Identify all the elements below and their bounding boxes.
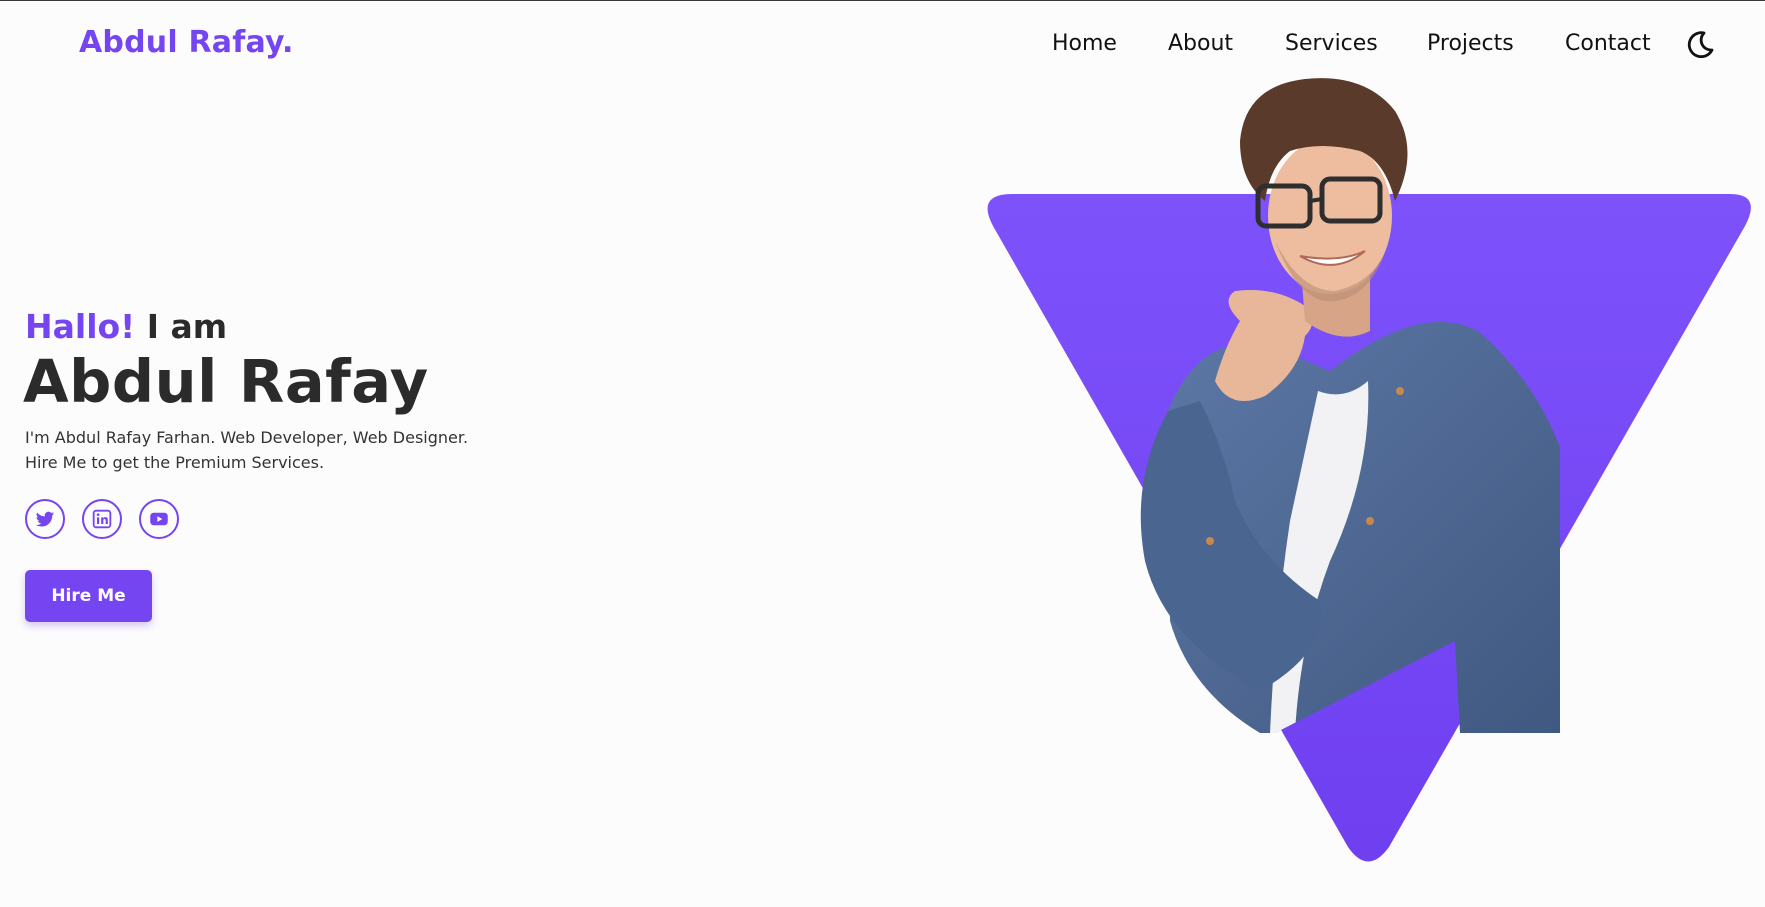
youtube-link[interactable] [139,499,179,539]
greeting-accent: Hallo! [25,307,136,346]
linkedin-link[interactable] [82,499,122,539]
moon-icon [1687,31,1714,59]
hero-name: Abdul Rafay [23,347,429,416]
nav-projects[interactable]: Projects [1427,31,1514,56]
hero-description-line-2: Hire Me to get the Premium Services. [25,453,325,472]
hire-me-button[interactable]: Hire Me [25,570,152,622]
youtube-icon [150,512,168,526]
twitter-link[interactable] [25,499,65,539]
hero-description-line-1: I'm Abdul Rafay Farhan. Web Developer, W… [25,428,469,447]
nav-home[interactable]: Home [1052,31,1117,56]
twitter-icon [35,511,55,527]
hero-greeting: Hallo! I am [25,307,227,346]
hero-description: I'm Abdul Rafay Farhan. Web Developer, W… [25,425,468,475]
purple-triangle-backdrop [987,194,1751,862]
site-logo[interactable]: Abdul Rafay. [79,25,294,60]
page: Abdul Rafay. Home About Services Project… [0,0,1765,907]
greeting-rest: I am [135,307,228,346]
theme-toggle-button[interactable] [1684,29,1716,61]
social-links [25,499,196,539]
portrait-photo [1140,78,1560,733]
linkedin-icon [92,509,112,529]
nav-about[interactable]: About [1168,31,1233,56]
nav-contact[interactable]: Contact [1565,31,1651,56]
nav-services[interactable]: Services [1285,31,1378,56]
